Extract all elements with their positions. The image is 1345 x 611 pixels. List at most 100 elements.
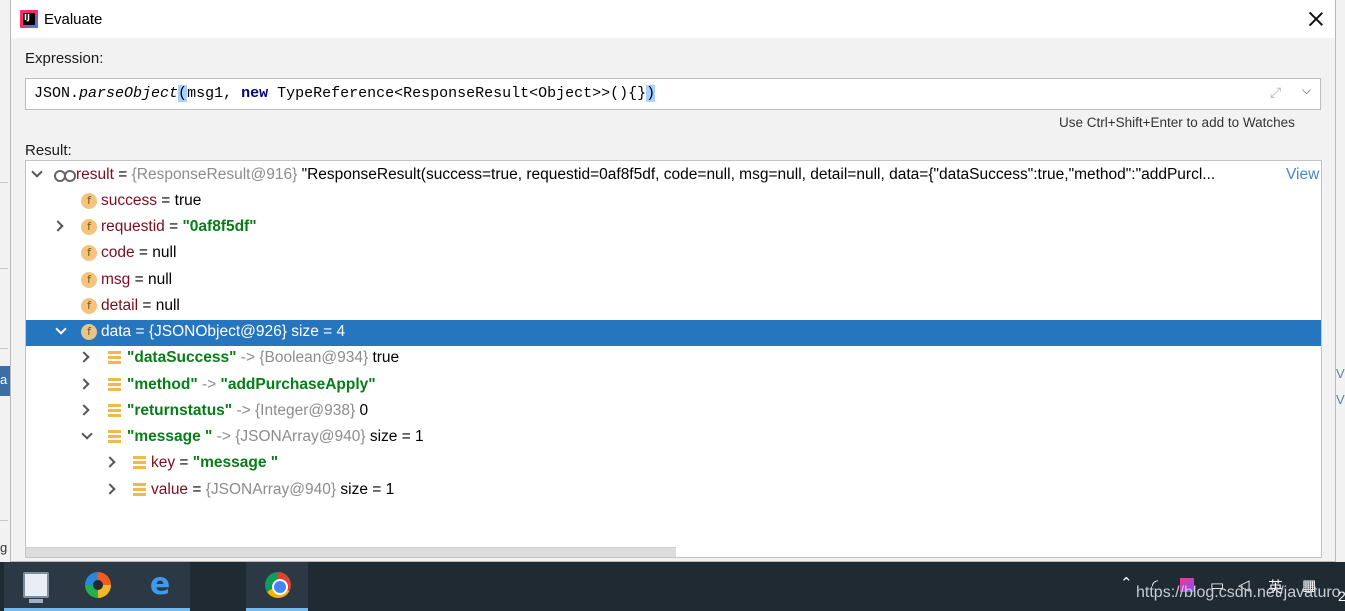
edge-icon: e bbox=[149, 567, 171, 602]
var-name: success bbox=[101, 192, 157, 209]
var-value: size = 1 bbox=[365, 428, 424, 445]
result-tree[interactable]: result = {ResponseResult@916} "ResponseR… bbox=[25, 160, 1322, 558]
chevron-right-icon[interactable] bbox=[106, 457, 116, 467]
map-entry-icon bbox=[108, 430, 121, 444]
tree-row-code[interactable]: f code = null bbox=[26, 241, 1321, 267]
chevron-up-icon[interactable]: ⌃ bbox=[1120, 574, 1133, 592]
expr-token: parseObject bbox=[79, 85, 179, 102]
var-value: null bbox=[152, 244, 177, 261]
background-ide-left bbox=[0, 0, 10, 562]
background-selection: a bbox=[0, 366, 10, 396]
var-name: detail bbox=[101, 297, 139, 314]
map-entry-icon bbox=[108, 378, 121, 392]
chevron-right-icon[interactable] bbox=[80, 379, 90, 389]
var-eq: = bbox=[157, 192, 175, 209]
var-type: {Boolean@934} bbox=[259, 349, 369, 366]
var-value: size = 1 bbox=[336, 481, 395, 498]
var-name: data bbox=[101, 323, 132, 340]
var-eq: = bbox=[138, 297, 156, 314]
chevron-down-icon[interactable] bbox=[82, 431, 92, 441]
var-eq: -> bbox=[212, 428, 236, 445]
chevron-right-icon[interactable] bbox=[80, 405, 90, 415]
var-name: key bbox=[151, 454, 176, 471]
field-icon: f bbox=[81, 245, 97, 261]
expr-bracket-highlight: ) bbox=[646, 85, 656, 102]
var-eq: -> bbox=[197, 376, 221, 393]
field-icon: f bbox=[81, 272, 97, 288]
tree-row-success[interactable]: f success = true bbox=[26, 189, 1321, 215]
var-eq: = bbox=[188, 481, 206, 498]
view-link[interactable]: View bbox=[1284, 166, 1320, 184]
tree-row-map-entry[interactable]: "method" -> "addPurchaseApply" bbox=[26, 373, 1321, 399]
var-eq: = bbox=[134, 244, 153, 261]
tree-row-value[interactable]: value = {JSONArray@940} size = 1 bbox=[26, 478, 1321, 504]
expr-keyword: new bbox=[241, 85, 269, 102]
field-icon: f bbox=[81, 193, 97, 209]
field-icon: f bbox=[81, 298, 97, 314]
tree-row-key[interactable]: key = "message " bbox=[26, 451, 1321, 477]
map-entry-icon bbox=[108, 351, 121, 365]
var-name: msg bbox=[101, 271, 131, 288]
var-value: "ResponseResult(success=true, requestid=… bbox=[297, 166, 1216, 183]
background-divider bbox=[0, 182, 8, 183]
var-value: null bbox=[155, 297, 180, 314]
var-value: true bbox=[368, 349, 400, 366]
close-icon[interactable] bbox=[1301, 4, 1331, 34]
title-bar[interactable]: IJ Evaluate bbox=[11, 0, 1335, 38]
chevron-right-icon[interactable] bbox=[80, 352, 90, 362]
taskbar-app-edge[interactable]: e bbox=[128, 562, 190, 611]
chrome-icon bbox=[265, 572, 291, 598]
var-eq: -> bbox=[236, 349, 260, 366]
tree-row-data[interactable]: f data = {JSONObject@926} size = 4 bbox=[26, 320, 1321, 346]
var-eq: = bbox=[130, 271, 148, 288]
chevron-down-icon[interactable] bbox=[32, 169, 42, 179]
var-type: {JSONObject@926} bbox=[148, 323, 287, 340]
expression-input[interactable]: JSON.parseObject(msg1, new TypeReference… bbox=[25, 78, 1321, 110]
taskbar-app-monitor[interactable] bbox=[4, 562, 66, 611]
chevron-right-icon[interactable] bbox=[54, 221, 64, 231]
map-entry-icon bbox=[133, 456, 146, 470]
var-value: "0af8f5df" bbox=[182, 218, 257, 235]
chevron-right-icon[interactable] bbox=[106, 484, 116, 494]
var-type: {ResponseResult@916} bbox=[131, 166, 298, 183]
var-type: {Integer@938} bbox=[254, 402, 356, 419]
background-text: a bbox=[0, 372, 8, 387]
tree-row-detail[interactable]: f detail = null bbox=[26, 294, 1321, 320]
background-ide-right: Vi Vi bbox=[1336, 0, 1345, 562]
expr-token: TypeReference<ResponseResult<Object>>(){… bbox=[268, 85, 647, 102]
var-name: value bbox=[151, 481, 189, 498]
var-value: "message " bbox=[192, 454, 279, 471]
taskbar-app-flower[interactable] bbox=[66, 562, 128, 611]
intellij-icon: IJ bbox=[20, 10, 38, 28]
window-title: Evaluate bbox=[44, 11, 103, 28]
var-eq: = bbox=[175, 454, 193, 471]
map-entry-icon bbox=[133, 483, 146, 497]
tree-row-map-entry[interactable]: "message " -> {JSONArray@940} size = 1 bbox=[26, 425, 1321, 451]
var-value: size = 4 bbox=[286, 323, 346, 340]
tree-row-result[interactable]: result = {ResponseResult@916} "ResponseR… bbox=[26, 163, 1321, 189]
evaluate-dialog: IJ Evaluate Expression: JSON.parseObject… bbox=[10, 0, 1336, 562]
tree-row-requestid[interactable]: f requestid = "0af8f5df" bbox=[26, 215, 1321, 241]
chevron-down-icon[interactable]: ⌵ bbox=[1302, 83, 1318, 101]
expand-icon[interactable]: ⤢ bbox=[1270, 85, 1286, 101]
horizontal-scrollbar[interactable] bbox=[26, 547, 676, 557]
var-name: requestid bbox=[101, 218, 165, 235]
background-text: Vi bbox=[1336, 366, 1345, 381]
watches-hint: Use Ctrl+Shift+Enter to add to Watches bbox=[1059, 115, 1295, 130]
var-name: "message " bbox=[127, 428, 213, 445]
chevron-down-icon[interactable] bbox=[56, 326, 66, 336]
expression-text[interactable]: JSON.parseObject(msg1, new TypeReference… bbox=[34, 85, 656, 102]
watermark-text: https://blog.csdn.net/javaturo bbox=[1136, 584, 1341, 601]
background-divider bbox=[0, 348, 8, 349]
background-text: Vi bbox=[1336, 392, 1345, 407]
tree-row-msg[interactable]: f msg = null bbox=[26, 268, 1321, 294]
taskbar-app-chrome[interactable] bbox=[246, 562, 308, 611]
var-value: "addPurchaseApply" bbox=[220, 376, 376, 393]
background-divider bbox=[0, 520, 8, 521]
var-value: 0 bbox=[355, 402, 369, 419]
tree-row-map-entry[interactable]: "dataSuccess" -> {Boolean@934} true bbox=[26, 346, 1321, 372]
var-type: {JSONArray@940} bbox=[205, 481, 337, 498]
var-value: true bbox=[174, 192, 202, 209]
tree-row-map-entry[interactable]: "returnstatus" -> {Integer@938} 0 bbox=[26, 399, 1321, 425]
var-eq: = bbox=[164, 218, 183, 235]
